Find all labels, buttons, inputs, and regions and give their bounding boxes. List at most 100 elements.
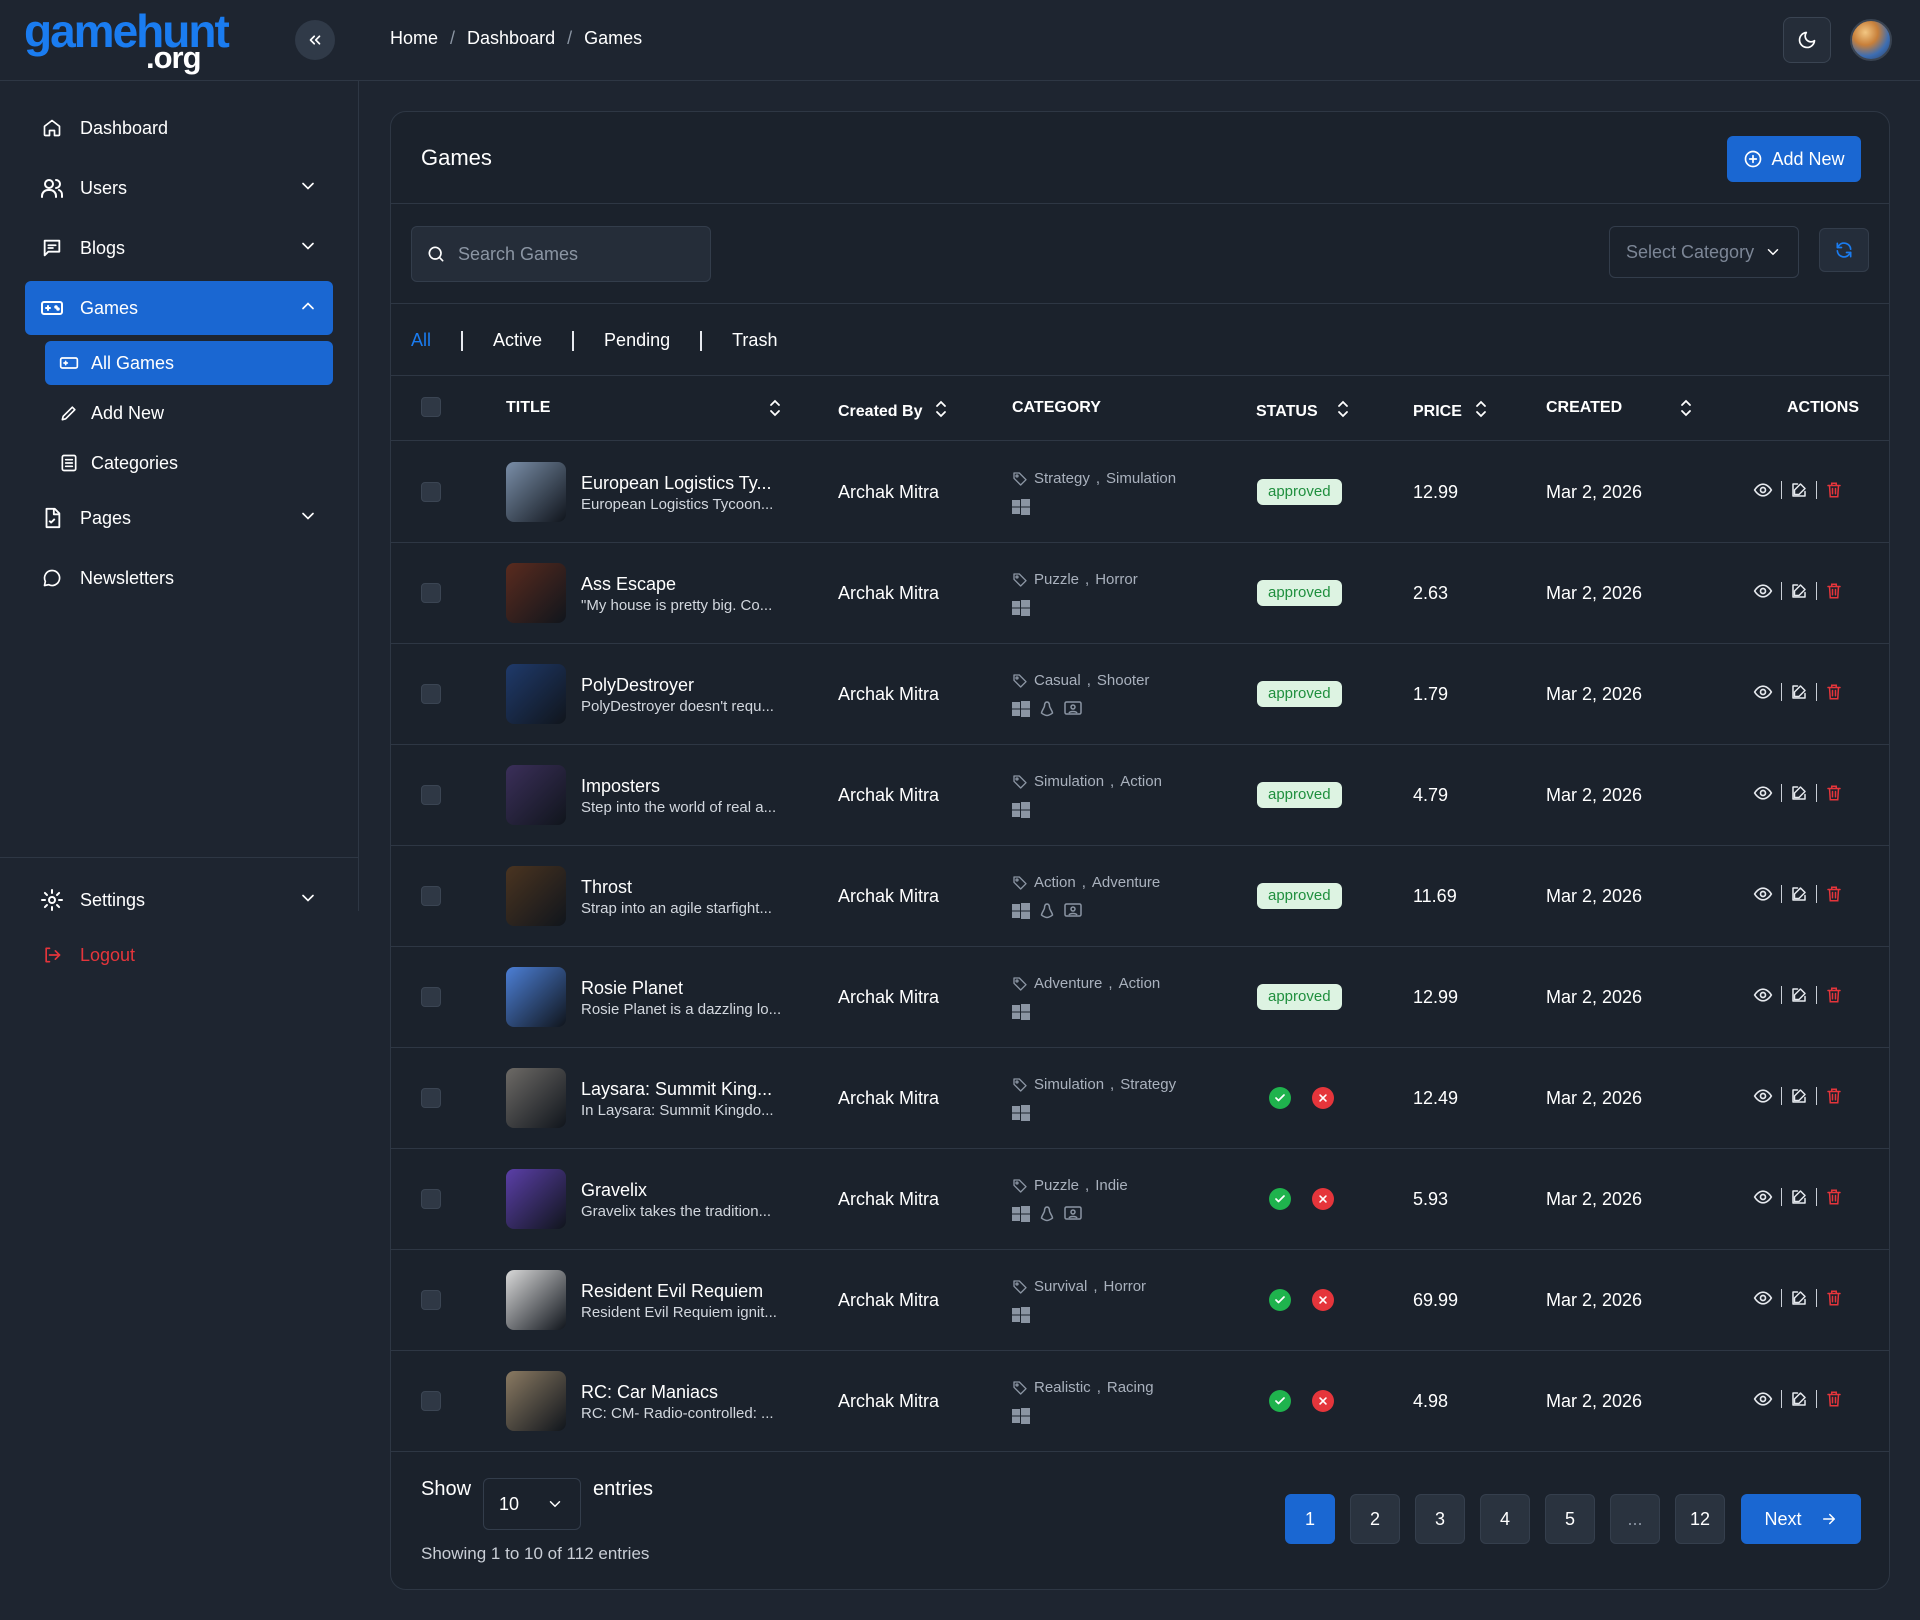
tab-active[interactable]: Active <box>493 330 542 351</box>
category-select[interactable]: Select Category <box>1609 226 1799 278</box>
row-checkbox[interactable] <box>421 1391 441 1411</box>
trash-icon[interactable] <box>1825 481 1843 499</box>
row-checkbox[interactable] <box>421 482 441 502</box>
eye-icon[interactable] <box>1753 581 1773 601</box>
row-checkbox[interactable] <box>421 583 441 603</box>
approve-button[interactable] <box>1269 1390 1291 1412</box>
eye-icon[interactable] <box>1753 682 1773 702</box>
game-title[interactable]: Rosie Planet <box>581 978 683 999</box>
row-checkbox[interactable] <box>421 1189 441 1209</box>
page-button-12[interactable]: 12 <box>1675 1494 1725 1544</box>
eye-icon[interactable] <box>1753 1389 1773 1409</box>
edit-icon[interactable] <box>1790 1289 1808 1307</box>
column-created-by[interactable]: Created By <box>838 399 948 424</box>
trash-icon[interactable] <box>1825 986 1843 1004</box>
sidebar-item-dashboard[interactable]: Dashboard <box>25 101 333 155</box>
collapse-sidebar-button[interactable] <box>295 20 335 60</box>
sort-icon[interactable] <box>1679 398 1693 423</box>
trash-icon[interactable] <box>1825 1390 1843 1408</box>
game-title[interactable]: Ass Escape <box>581 574 676 595</box>
trash-icon[interactable] <box>1825 683 1843 701</box>
game-title[interactable]: Resident Evil Requiem <box>581 1281 763 1302</box>
tab-trash[interactable]: Trash <box>732 330 777 351</box>
user-avatar[interactable] <box>1850 19 1892 61</box>
next-page-button[interactable]: Next <box>1741 1494 1861 1544</box>
sort-icon[interactable] <box>768 398 782 423</box>
eye-icon[interactable] <box>1753 480 1773 500</box>
game-title[interactable]: Laysara: Summit King... <box>581 1079 772 1100</box>
game-title[interactable]: PolyDestroyer <box>581 675 694 696</box>
select-all-checkbox[interactable] <box>421 397 441 417</box>
trash-icon[interactable] <box>1825 1289 1843 1307</box>
column-status[interactable]: STATUS <box>1256 399 1350 424</box>
page-button-1[interactable]: 1 <box>1285 1494 1335 1544</box>
approve-button[interactable] <box>1269 1289 1291 1311</box>
sidebar-subitem-categories[interactable]: Categories <box>45 441 333 485</box>
game-title[interactable]: Throst <box>581 877 632 898</box>
column-price[interactable]: PRICE <box>1413 399 1488 424</box>
edit-icon[interactable] <box>1790 481 1808 499</box>
edit-icon[interactable] <box>1790 885 1808 903</box>
logo[interactable]: gamehunt .org <box>24 8 230 74</box>
search-input[interactable] <box>458 243 698 265</box>
breadcrumb-dashboard[interactable]: Dashboard <box>467 28 555 49</box>
edit-icon[interactable] <box>1790 986 1808 1004</box>
row-checkbox[interactable] <box>421 1088 441 1108</box>
eye-icon[interactable] <box>1753 1086 1773 1106</box>
row-checkbox[interactable] <box>421 684 441 704</box>
row-checkbox[interactable] <box>421 886 441 906</box>
eye-icon[interactable] <box>1753 884 1773 904</box>
game-title[interactable]: Gravelix <box>581 1180 647 1201</box>
reject-button[interactable] <box>1312 1289 1334 1311</box>
sidebar-item-newsletters[interactable]: Newsletters <box>25 551 333 605</box>
row-checkbox[interactable] <box>421 1290 441 1310</box>
breadcrumb-home[interactable]: Home <box>390 28 438 49</box>
edit-icon[interactable] <box>1790 582 1808 600</box>
approve-button[interactable] <box>1269 1188 1291 1210</box>
sidebar-item-users[interactable]: Users <box>25 161 333 215</box>
sidebar-item-pages[interactable]: Pages <box>25 491 333 545</box>
eye-icon[interactable] <box>1753 1187 1773 1207</box>
sidebar-item-blogs[interactable]: Blogs <box>25 221 333 275</box>
game-title[interactable]: European Logistics Ty... <box>581 473 771 494</box>
edit-icon[interactable] <box>1790 1390 1808 1408</box>
eye-icon[interactable] <box>1753 1288 1773 1308</box>
eye-icon[interactable] <box>1753 783 1773 803</box>
edit-icon[interactable] <box>1790 784 1808 802</box>
sidebar-item-settings[interactable]: Settings <box>25 873 333 927</box>
edit-icon[interactable] <box>1790 1188 1808 1206</box>
edit-icon[interactable] <box>1790 683 1808 701</box>
row-checkbox[interactable] <box>421 785 441 805</box>
reject-button[interactable] <box>1312 1087 1334 1109</box>
tab-all[interactable]: All <box>411 330 431 351</box>
edit-icon[interactable] <box>1790 1087 1808 1105</box>
page-button-4[interactable]: 4 <box>1480 1494 1530 1544</box>
row-checkbox[interactable] <box>421 987 441 1007</box>
sidebar-item-logout[interactable]: Logout <box>25 928 333 982</box>
sidebar-item-games[interactable]: Games <box>25 281 333 335</box>
per-page-select[interactable]: 10 <box>483 1478 581 1530</box>
page-button-2[interactable]: 2 <box>1350 1494 1400 1544</box>
reject-button[interactable] <box>1312 1188 1334 1210</box>
add-new-button[interactable]: Add New <box>1727 136 1861 182</box>
column-created[interactable]: CREATED <box>1546 399 1622 417</box>
page-button-3[interactable]: 3 <box>1415 1494 1465 1544</box>
game-title[interactable]: Imposters <box>581 776 660 797</box>
sidebar-subitem-add-new[interactable]: Add New <box>45 391 333 435</box>
trash-icon[interactable] <box>1825 1188 1843 1206</box>
trash-icon[interactable] <box>1825 885 1843 903</box>
tab-pending[interactable]: Pending <box>604 330 670 351</box>
theme-toggle-button[interactable] <box>1783 17 1831 63</box>
trash-icon[interactable] <box>1825 1087 1843 1105</box>
reject-button[interactable] <box>1312 1390 1334 1412</box>
sidebar-subitem-all-games[interactable]: All Games <box>45 341 333 385</box>
approve-button[interactable] <box>1269 1087 1291 1109</box>
page-button-5[interactable]: 5 <box>1545 1494 1595 1544</box>
refresh-button[interactable] <box>1819 228 1869 272</box>
eye-icon[interactable] <box>1753 985 1773 1005</box>
column-title[interactable]: TITLE <box>506 399 550 417</box>
search-box[interactable] <box>411 226 711 282</box>
game-title[interactable]: RC: Car Maniacs <box>581 1382 718 1403</box>
trash-icon[interactable] <box>1825 784 1843 802</box>
trash-icon[interactable] <box>1825 582 1843 600</box>
